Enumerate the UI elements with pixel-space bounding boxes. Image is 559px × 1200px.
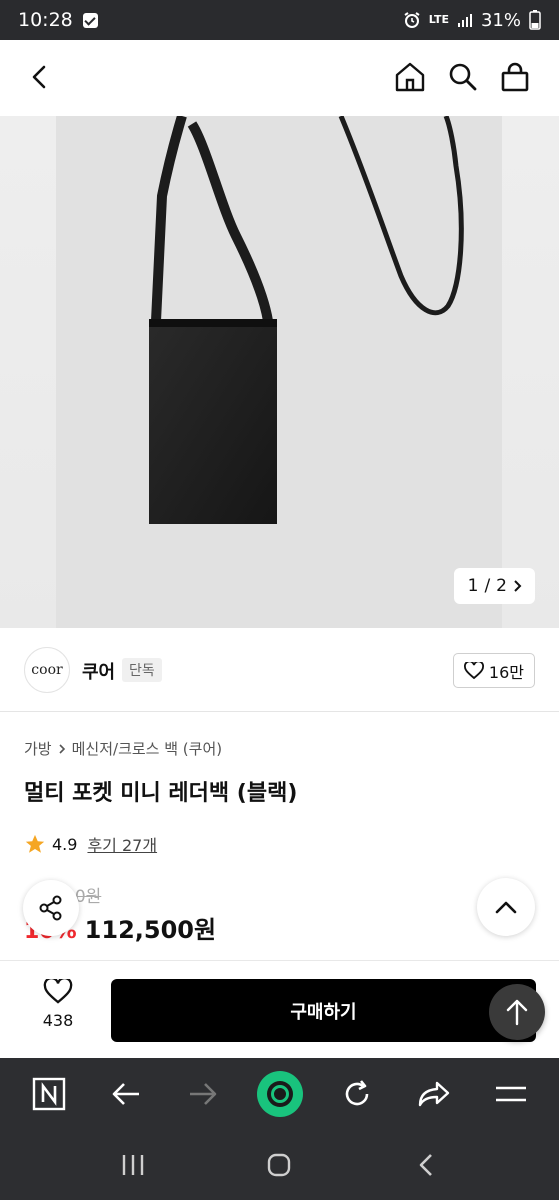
browser-forward-icon[interactable] xyxy=(180,1071,226,1117)
alarm-icon xyxy=(404,12,420,28)
check-notification-icon xyxy=(82,12,98,28)
buy-button[interactable]: 구매하기 xyxy=(111,979,536,1042)
heart-icon xyxy=(463,661,484,679)
search-icon[interactable] xyxy=(445,59,481,95)
pager-total: 2 xyxy=(496,576,507,596)
shopping-bag-icon[interactable] xyxy=(497,59,533,95)
signal-icon xyxy=(457,14,472,27)
battery-icon xyxy=(529,10,541,30)
browser-back-icon[interactable] xyxy=(103,1071,149,1117)
system-nav-bar xyxy=(0,1130,559,1200)
chevron-right-icon xyxy=(514,580,522,592)
status-time: 10:28 xyxy=(18,9,73,31)
top-header xyxy=(0,40,559,116)
breadcrumb: 가방 메신저/크로스 백 (쿠어) xyxy=(24,738,222,759)
home-button-icon[interactable] xyxy=(256,1142,302,1188)
brand-like-button[interactable]: 16만 xyxy=(452,653,535,688)
scroll-to-top-button[interactable] xyxy=(489,984,545,1040)
wish-count: 438 xyxy=(42,1011,74,1030)
purchase-bar: 438 구매하기 xyxy=(0,960,559,1058)
arrow-up-icon xyxy=(506,999,528,1026)
share-icon xyxy=(39,895,62,921)
status-indicators: LTE 31% xyxy=(403,10,541,31)
network-type: LTE xyxy=(428,13,449,26)
share-forward-icon[interactable] xyxy=(411,1071,457,1117)
battery-percent: 31% xyxy=(480,9,521,31)
chevron-right-icon xyxy=(59,743,65,754)
exclusive-badge: 단독 xyxy=(122,658,162,682)
home-icon[interactable] xyxy=(392,59,428,95)
product-gallery[interactable]: 1 / 2 xyxy=(0,116,559,628)
sale-price: 112,500원 xyxy=(84,916,217,944)
refresh-icon[interactable] xyxy=(334,1071,380,1117)
system-back-icon[interactable] xyxy=(403,1142,449,1188)
collapse-button[interactable] xyxy=(477,878,535,936)
breadcrumb-category[interactable]: 가방 xyxy=(24,738,52,759)
brand-like-count: 16만 xyxy=(488,662,524,682)
star-icon xyxy=(25,834,45,853)
status-bar: 10:28 LTE 31% xyxy=(0,0,559,40)
product-image xyxy=(56,116,502,628)
share-button[interactable] xyxy=(23,880,79,936)
brand-row[interactable]: coor 쿠어 단독 16만 xyxy=(0,628,559,712)
pager-current: 1 xyxy=(467,576,479,596)
back-icon[interactable] xyxy=(22,59,58,95)
browser-toolbar xyxy=(0,1058,559,1130)
naver-n-icon[interactable] xyxy=(26,1071,72,1117)
product-bag-illustration xyxy=(149,116,464,524)
gallery-pager[interactable]: 1 / 2 xyxy=(453,568,535,604)
brand-logo[interactable]: coor xyxy=(24,647,70,693)
review-link[interactable]: 후기 27개 xyxy=(87,832,157,856)
breadcrumb-subcategory[interactable]: 메신저/크로스 백 (쿠어) xyxy=(72,738,223,759)
heart-icon xyxy=(43,979,73,1004)
green-dot-icon[interactable] xyxy=(256,1071,303,1117)
product-title: 멀티 포켓 미니 레더백 (블랙) xyxy=(24,781,298,806)
recent-apps-icon[interactable] xyxy=(110,1142,156,1188)
rating-value: 4.9 xyxy=(52,834,78,854)
pager-separator: / xyxy=(484,576,491,596)
menu-icon[interactable] xyxy=(488,1071,534,1117)
chevron-up-icon xyxy=(495,901,517,914)
brand-name[interactable]: 쿠어 xyxy=(82,658,115,684)
rating-row: 4.9 후기 27개 xyxy=(24,832,157,856)
wish-button[interactable]: 438 xyxy=(30,979,86,1030)
